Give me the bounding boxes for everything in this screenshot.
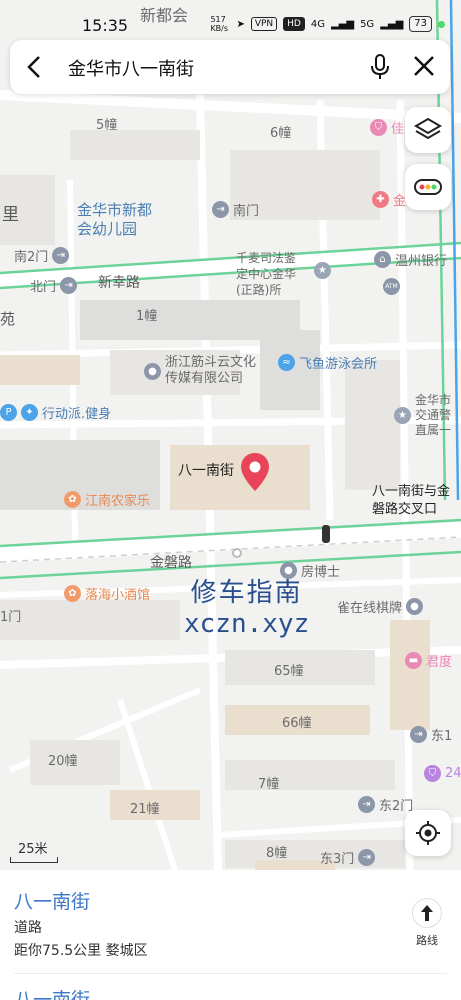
poi-24h-store[interactable]: ⛉ 24 [424,765,461,782]
gate-icon: ⇥ [410,726,427,743]
poi-jiangnan-restaurant[interactable]: ✿ 江南农家乐 [64,490,150,509]
map-label-building-8: 8幢 [266,846,288,861]
map-label-building-66: 66幢 [282,716,312,731]
route-arrow-icon [421,905,433,921]
poi-south-gate[interactable]: ⇥ 南门 [212,200,259,219]
map-label-gate-1: 1门 [0,610,22,625]
battery-indicator: 73 [409,16,432,32]
map-label-li: 里 [2,205,19,225]
poi-fitness[interactable]: P ✦ 行动派.健身 [0,403,111,422]
watermark-line-2: xczn.xyz [184,609,310,639]
watermark-line-1: 修车指南 [190,578,303,608]
traffic-light-icon [322,525,330,543]
map-label-kindergarten: 金华市新都 会幼儿园 [77,201,153,238]
route-button[interactable]: 路线 [411,898,443,948]
shop-icon: ⛉ [370,119,387,136]
poi-culture-company[interactable]: ● 浙江筋斗云文化 传媒有限公司 [144,355,256,387]
fitness-icon: ✦ [21,404,38,421]
map-label-building-65: 65幢 [274,664,304,679]
atm-icon: ATM [383,278,400,295]
star-icon: ★ [394,407,411,424]
place-type: 道路 [14,920,42,936]
poi-atm[interactable]: ATM [383,278,400,295]
bank-icon: ⌂ [374,251,391,268]
poi-jia[interactable]: ⛉ 佳 [370,118,404,137]
selected-place-label: 八一南街 [178,463,234,479]
restaurant-icon: ✿ [64,491,81,508]
map-label-fan: 苑 [0,310,16,328]
scale-label: 25米 [18,842,48,857]
divider [14,973,447,974]
poi-luohai-bar[interactable]: ✿ 落海小酒馆 [64,584,150,603]
gate-icon: ⇥ [358,796,375,813]
bus-stop-icon [232,548,242,558]
gate-icon: ⇥ [52,247,70,264]
traffic-icon [414,179,442,195]
poi-swim-club[interactable]: ≈ 飞鱼游泳会所 [278,353,377,372]
place-distance: 距你75.5公里 婺城区 [14,943,148,959]
green-dot-icon [438,20,445,28]
hospital-icon: ✚ [372,191,389,208]
status-bar: 15:35 517 KB/s ➤ VPN HD 4G ▂▄▆ 5G ▂▄▆ 73 [0,0,461,40]
place-detail-sheet[interactable]: 八一南街 道路 距你75.5公里 婺城区 路线 八一南街 [0,870,461,1000]
map-label-building-20: 20幢 [48,754,78,769]
poi-jin[interactable]: ✚ 金 [372,190,406,209]
poi-juntu[interactable]: ▬ 君度 [405,651,452,670]
gate-icon: ⇥ [358,849,376,866]
road-label-xinxing: 新幸路 [98,275,140,291]
map-label-building-5: 5幢 [96,118,118,133]
gate-icon: ⇥ [212,201,229,218]
back-icon[interactable] [26,55,44,83]
signal-icon-2: ▂▄▆ [380,18,404,30]
map-label-building-21: 21幢 [130,802,160,817]
status-time: 15:35 [82,16,129,35]
route-label: 路线 [416,934,438,947]
poi-north-gate[interactable]: 北门 ⇥ [30,276,78,295]
vpn-badge: VPN [250,17,278,31]
hotel-icon: ▬ [405,652,422,669]
poi-east-gate-2[interactable]: ⇥ 东2门 [358,795,413,814]
poi-chess-club[interactable]: 雀在线棋牌 ● [337,597,424,616]
close-icon[interactable] [414,56,434,80]
map-label-building-1: 1幢 [136,309,158,324]
locate-me-button[interactable] [405,810,451,856]
scale-bar: 25米 [10,838,58,863]
poi-east-gate-1[interactable]: ⇥ 东1 [410,725,452,744]
signal-4g: 4G [310,18,325,30]
signal-5g: 5G [360,18,375,30]
layers-icon [414,117,442,140]
search-bar[interactable]: 金华市八一南街 [10,40,450,94]
signal-icon: ▂▄▆ [330,18,355,30]
place-title-2[interactable]: 八一南街 [14,985,90,1000]
poi-intersection[interactable]: 八一南街与金 磐路交叉口 [372,483,450,519]
poi-east-gate-3[interactable]: 东3门 ⇥ [320,848,376,867]
location-marker-icon[interactable] [240,452,270,496]
poi-wenzhou-bank[interactable]: ⌂ 温州银行 [374,250,447,269]
crosshair-icon [416,821,440,845]
map-label-building-7: 7幢 [258,777,280,792]
bar-icon: ✿ [64,585,81,602]
road-label-jinpan: 金磐路 [150,555,192,571]
pin-icon: ● [144,362,161,380]
poi-judicial-center[interactable]: 千麦司法鉴 定中心金华 (正路)所 [236,250,296,298]
place-title[interactable]: 八一南街 [14,887,90,914]
gate-icon: ⇥ [60,277,78,294]
parking-icon: P [0,404,17,421]
poi-south-gate-2[interactable]: 南2门 ⇥ [14,246,70,265]
poi-traffic-police[interactable]: ★ 金华市 交通警 直属一 [394,393,451,438]
shop-icon: ⛉ [424,765,441,782]
map-label-building-6: 6幢 [270,126,292,141]
map-view[interactable]: 新都会 5幢 6幢 里 金华市新都 会幼儿园 ⇥ 南门 南2门 ⇥ 北门 ⇥ 新幸路 … [0,0,461,870]
layers-button[interactable] [405,107,451,153]
microphone-icon[interactable] [370,54,390,84]
location-arrow-icon: ➤ [236,18,245,30]
hd-badge: HD [283,17,305,31]
traffic-button[interactable] [405,164,451,210]
pin-icon: ● [406,598,424,615]
star-icon: ★ [314,262,331,279]
swim-icon: ≈ [278,354,295,371]
network-speed: 517 KB/s [210,15,229,33]
watermark: 修车指南 xczn.xyz [184,572,309,639]
search-query[interactable]: 金华市八一南街 [68,55,194,81]
